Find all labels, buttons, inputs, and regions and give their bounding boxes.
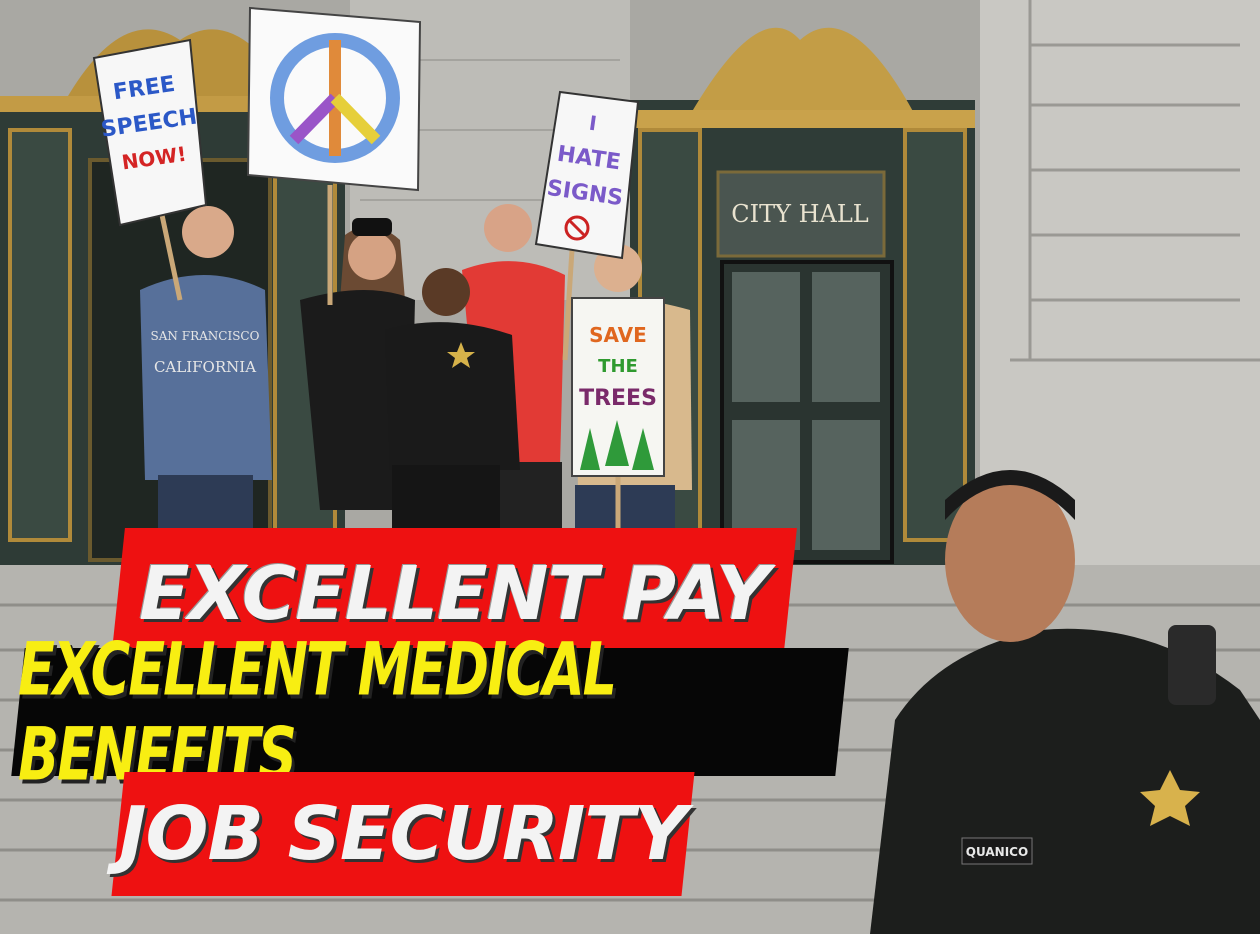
name-tag-text: QUANICO [966, 845, 1028, 859]
headline-pay: EXCELLENT PAY [139, 551, 769, 637]
city-hall-text: CITY HALL [731, 200, 869, 228]
headline-banner-security: JOB SECURITY [111, 772, 695, 896]
svg-text:THE: THE [598, 356, 638, 377]
svg-text:SAVE: SAVE [589, 323, 647, 347]
sweatshirt-line1: SAN FRANCISCO [151, 329, 260, 343]
headline-banner-medical: EXCELLENT MEDICAL BENEFITS [11, 627, 849, 797]
sweatshirt-line2: CALIFORNIA [154, 358, 256, 376]
svg-text:TREES: TREES [579, 386, 657, 411]
headline-security: JOB SECURITY [119, 791, 687, 877]
